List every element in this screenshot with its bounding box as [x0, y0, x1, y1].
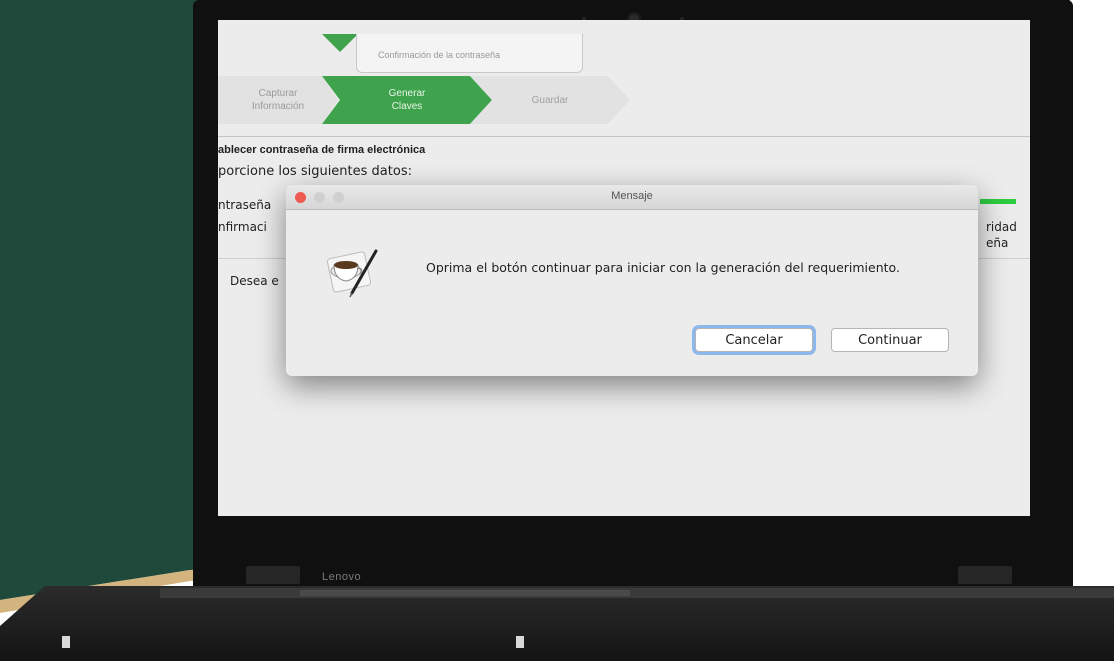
keyboard-edge: [300, 590, 630, 596]
step-guardar: Guardar: [470, 76, 630, 124]
step-label: Capturar Información: [251, 88, 305, 112]
security-label-2: eña: [986, 236, 1009, 250]
step-label: Generar Claves: [388, 88, 426, 112]
dialog-titlebar: Mensaje: [286, 185, 978, 210]
cancel-button[interactable]: Cancelar: [695, 328, 813, 352]
security-label: ridad: [986, 220, 1017, 234]
laptop-foot: [516, 636, 524, 648]
laptop-hinge: [958, 566, 1012, 584]
divider: [218, 136, 1030, 137]
page-title: ablecer contraseña de firma electrónica: [218, 144, 426, 156]
dialog-title: Mensaje: [611, 190, 653, 202]
step-generar: Generar Claves: [322, 76, 492, 124]
laptop-hinge: [246, 566, 300, 584]
screen: Confirmación de la contraseña Capturar I…: [218, 20, 1030, 516]
password-label: ntraseña: [218, 198, 272, 212]
step-label: Guardar: [531, 94, 569, 106]
confirm-password-label: nfirmaci: [218, 220, 267, 234]
continue-button[interactable]: Continuar: [831, 328, 949, 352]
step-indicator-arrow: [322, 34, 358, 52]
brand-logo: Lenovo: [322, 571, 362, 583]
page-subtitle: porcione los siguientes datos:: [218, 164, 412, 179]
step-capturar: Capturar Información: [218, 76, 338, 124]
coffee-cup-pen-icon: [326, 249, 378, 298]
field-box-label: Confirmación de la contraseña: [378, 50, 501, 60]
laptop-foot: [62, 636, 70, 648]
message-dialog: Mensaje Oprima el botón continuar para i…: [286, 185, 978, 376]
question-text: Desea e: [230, 274, 279, 288]
dialog-message: Oprima el botón continuar para iniciar c…: [426, 260, 900, 275]
password-strength-bar: [980, 199, 1016, 204]
